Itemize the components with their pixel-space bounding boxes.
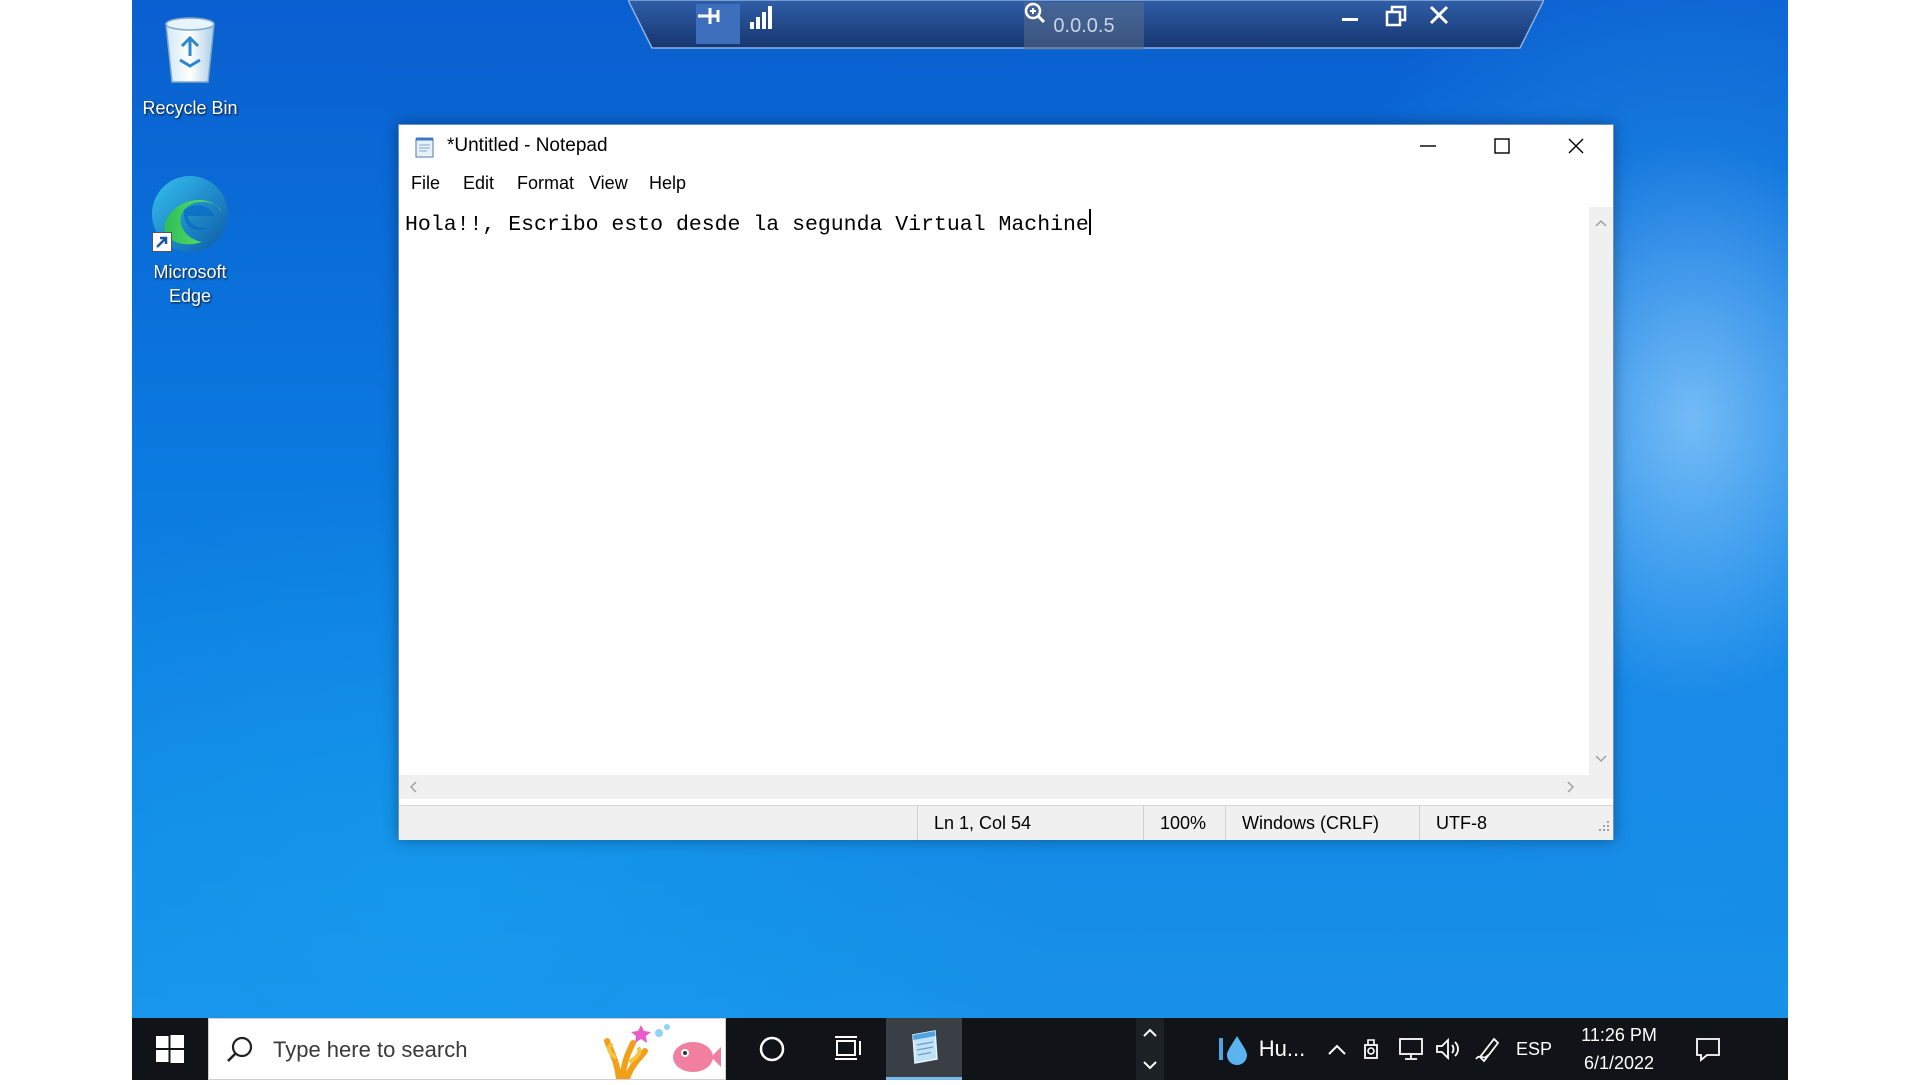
notepad-app-icon: [413, 135, 437, 164]
maximize-button[interactable]: [1465, 125, 1539, 167]
chevron-down-icon: [1595, 755, 1607, 763]
notification-icon: [1696, 1038, 1720, 1062]
tray-language-button[interactable]: ESP: [1512, 1018, 1556, 1080]
humidity-drop-icon: [1218, 1036, 1247, 1065]
desktop-icon-recycle-bin[interactable]: Recycle Bin: [135, 10, 245, 120]
weather-text: Hu...: [1258, 1036, 1306, 1061]
task-view-button[interactable]: [810, 1018, 886, 1080]
scroll-left-button[interactable]: [401, 775, 425, 799]
tray-network-button[interactable]: [1394, 1018, 1428, 1080]
connection-quality-button[interactable]: [748, 4, 792, 44]
clock-date: 6/1/2022: [1583, 1053, 1655, 1073]
cortana-circle-icon: [759, 1036, 785, 1062]
status-encoding: UTF-8: [1419, 806, 1589, 840]
tray-pen-button[interactable]: [1470, 1018, 1506, 1080]
vertical-scrollbar[interactable]: [1589, 207, 1613, 775]
menu-format[interactable]: Format: [511, 167, 580, 199]
pin-button[interactable]: [696, 4, 740, 44]
chevron-left-icon: [409, 781, 417, 793]
taskbar-search-box[interactable]: Type here to search: [208, 1018, 726, 1082]
windows-logo-icon: [156, 1035, 184, 1063]
edge-icon: [148, 172, 232, 256]
chevron-up-icon: [1328, 1044, 1346, 1055]
scroll-down-button[interactable]: [1589, 747, 1613, 771]
chevron-up-icon: [1595, 219, 1607, 227]
status-line-ending: Windows (CRLF): [1225, 806, 1419, 840]
scroll-right-button[interactable]: [1559, 775, 1583, 799]
shortcut-arrow-icon: [152, 232, 172, 252]
network-icon: [1399, 1038, 1423, 1060]
connection-title[interactable]: 0.0.0.5: [1024, 2, 1144, 50]
task-view-icon: [835, 1036, 861, 1060]
scroll-up-button[interactable]: [1589, 211, 1613, 235]
notepad-icon: [912, 1029, 938, 1064]
status-zoom: 100%: [1143, 806, 1225, 840]
rdp-minimize-button[interactable]: [1340, 4, 1380, 44]
pin-icon: [698, 8, 720, 24]
taskbar-clock[interactable]: 11:26 PM 6/1/2022: [1564, 1018, 1674, 1080]
search-highlight-art-icon: [601, 1021, 721, 1084]
close-icon: [1568, 138, 1584, 154]
rdp-restore-button[interactable]: [1384, 4, 1424, 44]
volume-icon: [1436, 1037, 1459, 1061]
cortana-button[interactable]: [734, 1018, 810, 1080]
desktop-icon-edge[interactable]: Microsoft Edge: [135, 172, 245, 308]
menu-view[interactable]: View: [583, 167, 634, 199]
zoom-icon: [1024, 2, 1046, 24]
rdp-connection-bar: 0.0.0.5: [628, 0, 1544, 50]
text-editor[interactable]: Hola!!, Escribo esto desde la segunda Vi…: [399, 207, 1589, 775]
weather-widget[interactable]: Hu...: [1208, 1018, 1314, 1080]
text-caret: [1088, 209, 1091, 235]
clock-time: 11:26 PM: [1581, 1025, 1657, 1045]
editor-content-line: Hola!!, Escribo esto desde la segunda Vi…: [405, 209, 1091, 240]
maximize-icon: [1494, 138, 1510, 154]
taskbar: Type here to search Hu... ESP 11:26 PM 6…: [132, 1018, 1788, 1082]
menu-edit[interactable]: Edit: [457, 167, 500, 199]
rdp-close-button[interactable]: [1428, 4, 1468, 44]
close-icon: [1429, 5, 1449, 25]
action-center-button[interactable]: [1680, 1018, 1736, 1080]
taskbar-notepad-button[interactable]: [886, 1018, 962, 1080]
start-button[interactable]: [132, 1018, 208, 1080]
restore-icon: [1385, 5, 1407, 27]
connection-name: 0.0.0.5: [1053, 14, 1115, 37]
signal-icon: [750, 6, 772, 29]
screen: Recycle Bin Microsoft Edge 0.0.0.5 *Unti…: [0, 0, 1920, 1082]
status-bar: Ln 1, Col 54 100% Windows (CRLF) UTF-8: [399, 805, 1613, 840]
menu-file[interactable]: File: [405, 167, 446, 199]
editor-text: Hola!!, Escribo esto desde la segunda Vi…: [405, 213, 1089, 237]
remote-desktop: Recycle Bin Microsoft Edge 0.0.0.5 *Unti…: [132, 0, 1788, 1080]
tray-meeting-button[interactable]: [1356, 1018, 1390, 1080]
window-title: *Untitled - Notepad: [447, 135, 608, 156]
notepad-window: *Untitled - Notepad File Edit Format Vie…: [398, 124, 1614, 840]
resize-grip-icon[interactable]: [1597, 819, 1611, 838]
title-bar[interactable]: *Untitled - Notepad: [399, 125, 1613, 167]
menu-help[interactable]: Help: [643, 167, 692, 199]
status-cursor-position: Ln 1, Col 54: [917, 806, 1143, 840]
search-placeholder: Type here to search: [273, 1037, 468, 1062]
horizontal-scrollbar[interactable]: [399, 775, 1589, 799]
recycle-bin-icon: [135, 10, 245, 92]
desktop-icon-label: Recycle Bin: [142, 98, 238, 118]
minimize-icon: [1342, 18, 1358, 21]
scroll-corner: [1589, 775, 1613, 799]
taskbar-scroll-arrows-icon: [1143, 1028, 1157, 1070]
minimize-button[interactable]: [1391, 125, 1465, 167]
search-icon: [225, 1035, 255, 1070]
chevron-right-icon: [1567, 781, 1575, 793]
tray-volume-button[interactable]: [1432, 1018, 1466, 1080]
menu-bar: File Edit Format View Help: [399, 167, 1613, 199]
show-hidden-icons-button[interactable]: [1320, 1018, 1354, 1080]
taskbar-scroll-control[interactable]: [1136, 1018, 1164, 1080]
pen-workspace-icon: [1475, 1037, 1500, 1063]
close-button[interactable]: [1539, 125, 1613, 167]
language-indicator: ESP: [1515, 1038, 1553, 1059]
minimize-icon: [1420, 145, 1436, 147]
meet-camera-icon: [1364, 1039, 1378, 1059]
desktop-icon-label: Microsoft Edge: [153, 262, 227, 306]
